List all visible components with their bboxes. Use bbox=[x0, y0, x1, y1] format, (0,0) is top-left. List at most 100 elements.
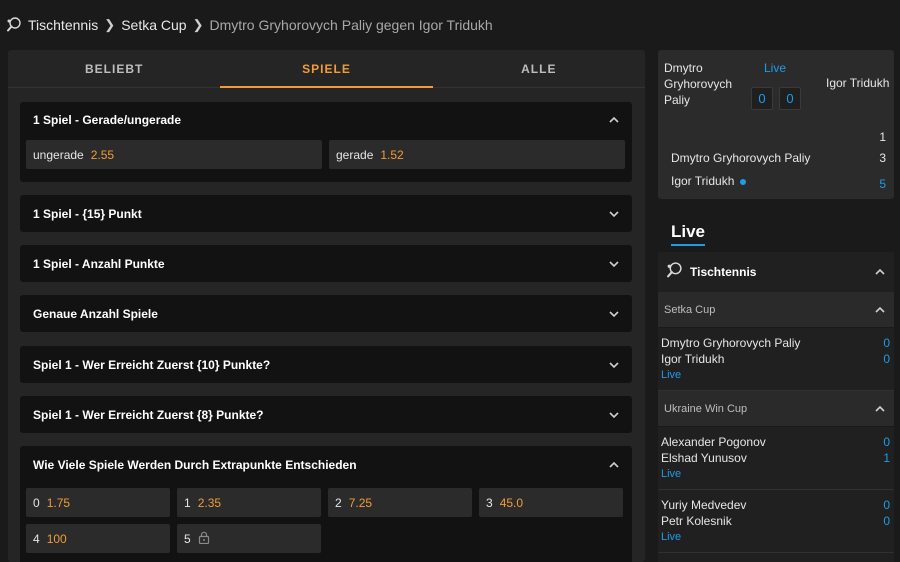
scoreboard-sets-p2: 0 bbox=[779, 87, 801, 110]
chevron-up-icon bbox=[874, 304, 886, 316]
match-score2: 0 bbox=[883, 514, 890, 528]
market-15-points: 1 Spiel - {15} Punkt bbox=[20, 195, 632, 232]
tab-alle[interactable]: ALLE bbox=[433, 50, 645, 87]
odd-label: 5 bbox=[184, 531, 191, 546]
table-tennis-icon bbox=[666, 262, 683, 282]
market-exact-games: Genaue Anzahl Spiele bbox=[20, 295, 632, 332]
tab-beliebt[interactable]: BELIEBT bbox=[8, 50, 220, 87]
scoreboard-row-p1: Dmytro Gryhorovych Paliy 3 bbox=[671, 151, 886, 165]
match-player2: Petr Kolesnik bbox=[661, 514, 732, 528]
match-score2: 0 bbox=[883, 352, 890, 366]
odd-button[interactable]: 2 7.25 bbox=[328, 488, 472, 517]
market-point-count: 1 Spiel - Anzahl Punkte bbox=[20, 245, 632, 282]
sport-name: Tischtennis bbox=[690, 265, 757, 279]
markets-panel: BELIEBT SPIELE ALLE 1 Spiel - Gerade/ung… bbox=[8, 50, 645, 562]
market-title: 1 Spiel - {15} Punkt bbox=[33, 206, 142, 221]
scoreboard-player2: Igor Tridukh bbox=[826, 76, 890, 90]
market-header[interactable]: 1 Spiel - Anzahl Punkte bbox=[20, 245, 632, 282]
odd-value: 45.0 bbox=[499, 495, 524, 510]
odd-button[interactable]: 1 2.35 bbox=[177, 488, 321, 517]
market-title: 1 Spiel - Anzahl Punkte bbox=[33, 256, 165, 271]
odd-button[interactable]: gerade 1.52 bbox=[329, 140, 625, 169]
odd-button[interactable]: 4 100 bbox=[26, 524, 170, 553]
market-extra-points-games: Wie Viele Spiele Werden Durch Extrapunkt… bbox=[20, 446, 632, 562]
table-tennis-icon bbox=[6, 17, 22, 33]
odd-value: 2.35 bbox=[197, 495, 222, 510]
market-header[interactable]: Spiel 1 - Wer Erreicht Zuerst {8} Punkte… bbox=[20, 396, 632, 433]
scoreboard-status: Live bbox=[764, 61, 787, 75]
league-name: Ukraine Win Cup bbox=[664, 402, 748, 415]
scoreboard: Dmytro Gryhorovych Paliy Live 0 0 Igor T… bbox=[658, 50, 894, 199]
market-title: Spiel 1 - Wer Erreicht Zuerst {8} Punkte… bbox=[33, 407, 264, 422]
chevron-down-icon bbox=[608, 359, 620, 371]
market-game-odd-even: 1 Spiel - Gerade/ungerade ungerade 2.55 … bbox=[20, 102, 632, 182]
odd-button[interactable]: 3 45.0 bbox=[479, 488, 623, 517]
match-score2: 1 bbox=[883, 451, 890, 465]
chevron-up-icon bbox=[608, 114, 620, 126]
breadcrumb: Tischtennis ❯ Setka Cup ❯ Dmytro Gryhoro… bbox=[0, 0, 900, 50]
live-match[interactable]: Yuriy Medvedev 0 Petr Kolesnik 0 Live bbox=[658, 490, 894, 553]
breadcrumb-league[interactable]: Setka Cup bbox=[121, 17, 186, 33]
market-header[interactable]: Spiel 1 - Wer Erreicht Zuerst {10} Punkt… bbox=[20, 346, 632, 383]
match-player2: Igor Tridukh bbox=[661, 352, 725, 366]
odd-value: 1.75 bbox=[46, 495, 71, 510]
odd-button[interactable]: 0 1.75 bbox=[26, 488, 170, 517]
chevron-up-icon bbox=[874, 403, 886, 415]
market-header[interactable]: 1 Spiel - {15} Punkt bbox=[20, 195, 632, 232]
market-header[interactable]: Wie Viele Spiele Werden Durch Extrapunkt… bbox=[20, 446, 632, 483]
live-match[interactable]: Alexander Pogonov 0 Elshad Yunusov 1 Live bbox=[658, 427, 894, 490]
chevron-up-icon bbox=[608, 459, 620, 471]
sport-header[interactable]: Tischtennis bbox=[658, 252, 894, 292]
odd-value: 2.55 bbox=[90, 147, 115, 162]
odd-label: 1 bbox=[184, 495, 191, 510]
match-score1: 0 bbox=[883, 435, 890, 449]
row-player-name: Igor Tridukh bbox=[671, 174, 735, 188]
chevron-up-icon bbox=[874, 266, 886, 278]
live-match[interactable]: Dmytro Gryhorovych Paliy 0 Igor Tridukh 0 … bbox=[658, 328, 894, 391]
league-header[interactable]: Setka Cup bbox=[658, 292, 894, 328]
market-header[interactable]: 1 Spiel - Gerade/ungerade bbox=[20, 102, 632, 138]
market-title: Wie Viele Spiele Werden Durch Extrapunkt… bbox=[33, 457, 357, 472]
serving-indicator-icon bbox=[740, 178, 747, 185]
odd-value: 7.25 bbox=[348, 495, 373, 510]
match-score1: 0 bbox=[883, 336, 890, 350]
row-player-score: 3 bbox=[879, 151, 886, 165]
market-header[interactable]: Genaue Anzahl Spiele bbox=[20, 295, 632, 332]
live-heading: Live bbox=[671, 222, 706, 246]
scoreboard-game-header: 1 bbox=[671, 130, 886, 144]
chevron-down-icon bbox=[608, 409, 620, 421]
odd-button[interactable]: ungerade 2.55 bbox=[26, 140, 322, 169]
row-player-score: 5 bbox=[879, 177, 886, 191]
breadcrumb-sport[interactable]: Tischtennis bbox=[28, 17, 98, 33]
match-player1: Yuriy Medvedev bbox=[661, 498, 747, 512]
match-status: Live bbox=[661, 468, 682, 480]
league-name: Setka Cup bbox=[664, 303, 716, 316]
odd-label: gerade bbox=[336, 147, 374, 162]
odd-label: 0 bbox=[33, 495, 40, 510]
odd-button-locked: 5 bbox=[177, 524, 321, 553]
match-status: Live bbox=[661, 369, 682, 381]
match-player2: Elshad Yunusov bbox=[661, 451, 747, 465]
game-number: 1 bbox=[879, 130, 886, 144]
chevron-down-icon bbox=[608, 308, 620, 320]
breadcrumb-current: Dmytro Gryhorovych Paliy gegen Igor Trid… bbox=[209, 17, 493, 33]
market-first-to-10: Spiel 1 - Wer Erreicht Zuerst {10} Punkt… bbox=[20, 346, 632, 383]
lock-icon bbox=[198, 531, 210, 547]
match-player1: Dmytro Gryhorovych Paliy bbox=[661, 336, 801, 350]
match-status: Live bbox=[661, 531, 682, 543]
odd-value: 100 bbox=[46, 531, 67, 546]
chevron-down-icon bbox=[608, 258, 620, 270]
scoreboard-row-p2: Igor Tridukh 5 bbox=[671, 174, 886, 191]
market-title: Spiel 1 - Wer Erreicht Zuerst {10} Punkt… bbox=[33, 357, 271, 372]
match-score1: 0 bbox=[883, 498, 890, 512]
market-first-to-8: Spiel 1 - Wer Erreicht Zuerst {8} Punkte… bbox=[20, 396, 632, 433]
market-tabs: BELIEBT SPIELE ALLE bbox=[8, 50, 645, 88]
league-header[interactable]: Ukraine Win Cup bbox=[658, 391, 894, 427]
row-player-name: Dmytro Gryhorovych Paliy bbox=[671, 151, 811, 165]
tab-spiele[interactable]: SPIELE bbox=[220, 50, 433, 88]
market-title: 1 Spiel - Gerade/ungerade bbox=[33, 113, 182, 127]
live-sidebar: Tischtennis Setka Cup Dmytro Gryhorovych… bbox=[658, 252, 894, 562]
odd-value: 1.52 bbox=[380, 147, 404, 162]
chevron-down-icon bbox=[608, 208, 620, 220]
odd-label: 2 bbox=[335, 495, 342, 510]
